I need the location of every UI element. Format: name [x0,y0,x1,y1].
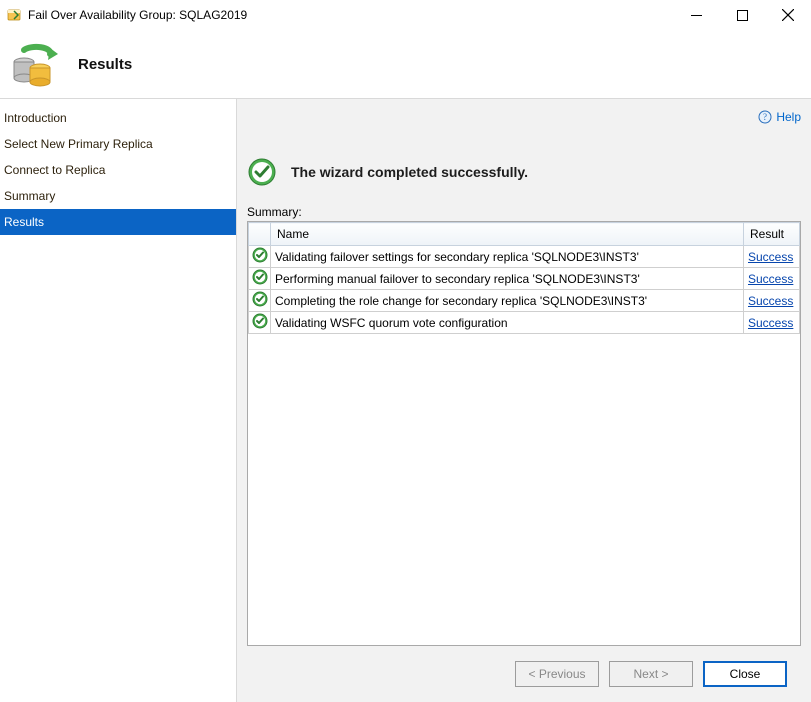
page-title: Results [78,56,132,73]
help-link[interactable]: Help [776,110,801,124]
title-bar: Fail Over Availability Group: SQLAG2019 [0,0,811,30]
sidebar-item-connect-replica[interactable]: Connect to Replica [0,157,236,183]
table-row: Validating failover settings for seconda… [249,246,800,268]
previous-button: < Previous [515,661,599,687]
table-row: Performing manual failover to secondary … [249,268,800,290]
check-icon [249,246,271,268]
wizard-header-icon [10,40,58,88]
success-icon [247,157,277,187]
sidebar-item-summary[interactable]: Summary [0,183,236,209]
check-icon [249,312,271,334]
close-window-button[interactable] [765,0,811,30]
table-row: Validating WSFC quorum vote configuratio… [249,312,800,334]
row-result[interactable]: Success [744,268,800,290]
button-row: < Previous Next > Close [247,646,801,702]
row-name: Completing the role change for secondary… [271,290,744,312]
row-name: Validating WSFC quorum vote configuratio… [271,312,744,334]
maximize-button[interactable] [719,0,765,30]
minimize-button[interactable] [673,0,719,30]
help-icon[interactable]: ? [758,110,772,124]
window-title: Fail Over Availability Group: SQLAG2019 [28,8,247,22]
column-header-name[interactable]: Name [271,223,744,246]
next-button: Next > [609,661,693,687]
row-result[interactable]: Success [744,246,800,268]
status-message: The wizard completed successfully. [291,164,528,180]
close-button[interactable]: Close [703,661,787,687]
column-header-icon [249,223,271,246]
app-icon [6,7,22,23]
row-result[interactable]: Success [744,312,800,334]
row-name: Performing manual failover to secondary … [271,268,744,290]
svg-text:?: ? [763,112,767,122]
wizard-sidebar: Introduction Select New Primary Replica … [0,99,236,702]
row-name: Validating failover settings for seconda… [271,246,744,268]
sidebar-item-results[interactable]: Results [0,209,236,235]
check-icon [249,268,271,290]
sidebar-item-introduction[interactable]: Introduction [0,105,236,131]
content-panel: ? Help The wizard completed successfully… [236,99,811,702]
summary-label: Summary: [247,205,801,219]
table-row: Completing the role change for secondary… [249,290,800,312]
check-icon [249,290,271,312]
results-grid: Name Result Validating failover settings… [247,221,801,646]
row-result[interactable]: Success [744,290,800,312]
sidebar-item-select-replica[interactable]: Select New Primary Replica [0,131,236,157]
column-header-result[interactable]: Result [744,223,800,246]
header-band: Results [0,30,811,98]
